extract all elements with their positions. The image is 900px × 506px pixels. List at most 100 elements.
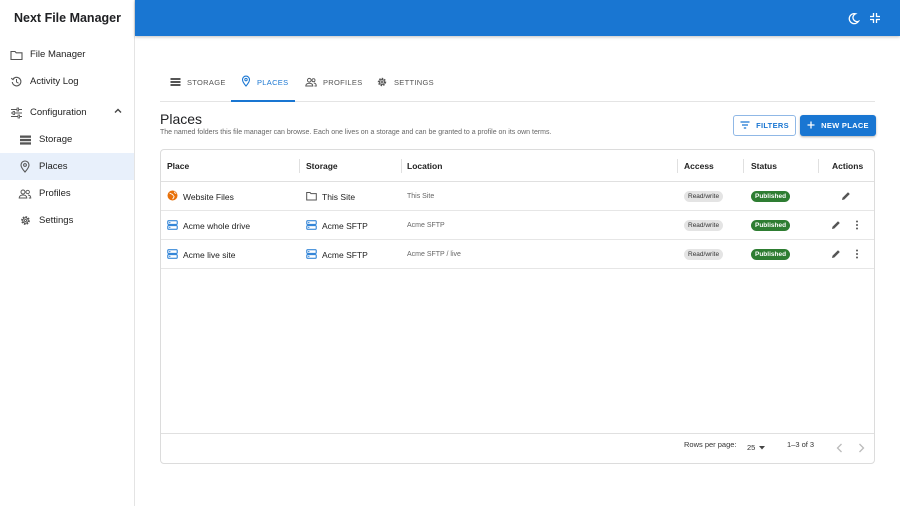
table-header: Place Storage Location Access Status Act… xyxy=(161,150,874,182)
people-icon xyxy=(305,77,317,89)
places-table: Place Storage Location Access Status Act… xyxy=(160,149,875,464)
status-cell: Published xyxy=(751,211,791,240)
access-cell: Read/write xyxy=(684,182,724,211)
exit-fullscreen-icon[interactable] xyxy=(868,11,882,25)
storage-cell: This Site xyxy=(306,182,355,211)
place-cell: Acme live site xyxy=(167,240,235,269)
storage-name: Acme SFTP xyxy=(322,220,368,231)
sidebar-item-label: Configuration xyxy=(30,107,87,118)
folder-icon xyxy=(9,48,23,62)
access-chip: Read/write xyxy=(684,249,724,260)
pagination-range: 1–3 of 3 xyxy=(787,440,815,449)
filters-button-label: FILTERS xyxy=(756,121,789,130)
place-icon xyxy=(18,160,32,174)
next-page-icon[interactable] xyxy=(858,443,865,455)
sidebar: Next File Manager File Manager Activity … xyxy=(0,0,135,506)
storage-icon xyxy=(170,77,181,89)
storage-cell: Acme SFTP xyxy=(306,211,368,240)
sidebar-item-places[interactable]: Places xyxy=(0,153,134,180)
sidebar-item-storage[interactable]: Storage xyxy=(0,126,134,153)
status-badge: Published xyxy=(751,191,791,202)
column-header-status[interactable]: Status xyxy=(751,150,777,182)
rows-per-page-select[interactable]: 25 xyxy=(747,443,766,452)
new-place-button[interactable]: NEW PLACE xyxy=(800,115,876,136)
table-pagination: Rows per page: 25 1–3 of 3 xyxy=(161,433,874,464)
filters-button[interactable]: FILTERS xyxy=(733,115,796,136)
access-chip: Read/write xyxy=(684,191,724,202)
server-icon xyxy=(167,219,178,232)
folder-icon xyxy=(306,191,317,203)
table-row[interactable]: Acme whole drive Acme SFTP Acme SFTP Rea… xyxy=(161,211,874,240)
storage-cell: Acme SFTP xyxy=(306,240,368,269)
new-place-button-label: NEW PLACE xyxy=(821,121,869,130)
tab-label: SETTINGS xyxy=(394,78,434,87)
sidebar-item-label: Storage xyxy=(39,134,73,145)
edit-icon[interactable] xyxy=(830,219,842,231)
storage-name: This Site xyxy=(322,191,356,202)
more-vert-icon[interactable] xyxy=(851,248,863,260)
gear-icon xyxy=(18,214,32,228)
column-header-access[interactable]: Access xyxy=(684,150,714,182)
server-icon xyxy=(306,219,317,232)
rows-per-page-value: 25 xyxy=(747,443,756,452)
sidebar-item-settings[interactable]: Settings xyxy=(0,207,134,234)
table-row[interactable]: Acme live site Acme SFTP Acme SFTP / liv… xyxy=(161,240,874,269)
column-separator[interactable] xyxy=(299,159,300,173)
tab-storage[interactable]: STORAGE xyxy=(170,64,226,101)
plus-icon xyxy=(807,121,815,131)
rows-per-page-label: Rows per page: xyxy=(684,440,737,449)
people-icon xyxy=(18,187,32,201)
status-badge: Published xyxy=(751,249,791,260)
storage-icon xyxy=(18,133,32,147)
sidebar-item-label: Profiles xyxy=(39,188,71,199)
edit-icon[interactable] xyxy=(830,248,842,260)
column-separator[interactable] xyxy=(743,159,744,173)
chevron-up-icon[interactable] xyxy=(113,106,123,119)
more-vert-icon[interactable] xyxy=(851,219,863,231)
sidebar-item-label: Activity Log xyxy=(30,76,79,87)
sidebar-item-activity-log[interactable]: Activity Log xyxy=(0,68,134,95)
history-icon xyxy=(9,75,23,89)
config-tabs: STORAGE PLACES PROFILES SETTINGS xyxy=(160,64,875,102)
column-header-storage[interactable]: Storage xyxy=(306,150,338,182)
dark-mode-icon[interactable] xyxy=(846,11,860,25)
sidebar-item-file-manager[interactable]: File Manager xyxy=(0,41,134,68)
filter-list-icon xyxy=(740,120,750,131)
tune-icon xyxy=(9,106,23,120)
previous-page-icon[interactable] xyxy=(836,443,843,455)
sidebar-item-label: Settings xyxy=(39,215,74,226)
tab-places[interactable]: PLACES xyxy=(231,64,295,102)
access-cell: Read/write xyxy=(684,211,724,240)
column-separator[interactable] xyxy=(677,159,678,173)
sidebar-item-profiles[interactable]: Profiles xyxy=(0,180,134,207)
location-cell: This Site xyxy=(407,193,435,200)
place-name: Acme whole drive xyxy=(183,220,251,231)
dropdown-arrow-icon xyxy=(759,445,766,449)
edit-icon[interactable] xyxy=(840,190,852,202)
place-name: Website Files xyxy=(183,191,234,202)
globe-icon xyxy=(167,190,178,203)
tab-label: STORAGE xyxy=(187,78,226,87)
sidebar-item-configuration[interactable]: Configuration xyxy=(0,99,134,126)
server-icon xyxy=(306,248,317,261)
page-title: Places xyxy=(160,111,203,127)
place-cell: Website Files xyxy=(167,182,234,211)
column-separator[interactable] xyxy=(818,159,819,173)
column-separator[interactable] xyxy=(401,159,402,173)
column-header-place[interactable]: Place xyxy=(167,150,189,182)
access-chip: Read/write xyxy=(684,220,724,231)
page-subtitle: The named folders this file manager can … xyxy=(160,129,552,136)
sidebar-item-label: File Manager xyxy=(30,49,86,60)
place-name: Acme live site xyxy=(183,249,236,260)
table-row[interactable]: Website Files This Site This Site Read/w… xyxy=(161,182,874,211)
column-header-location[interactable]: Location xyxy=(407,150,442,182)
place-icon xyxy=(241,75,251,89)
tab-profiles[interactable]: PROFILES xyxy=(305,64,363,101)
app-title: Next File Manager xyxy=(14,11,121,25)
column-header-actions: Actions xyxy=(832,161,864,171)
sidebar-item-label: Places xyxy=(39,161,68,172)
status-badge: Published xyxy=(751,220,791,231)
tab-settings[interactable]: SETTINGS xyxy=(376,64,434,101)
app-bar xyxy=(135,0,900,36)
access-cell: Read/write xyxy=(684,240,724,269)
